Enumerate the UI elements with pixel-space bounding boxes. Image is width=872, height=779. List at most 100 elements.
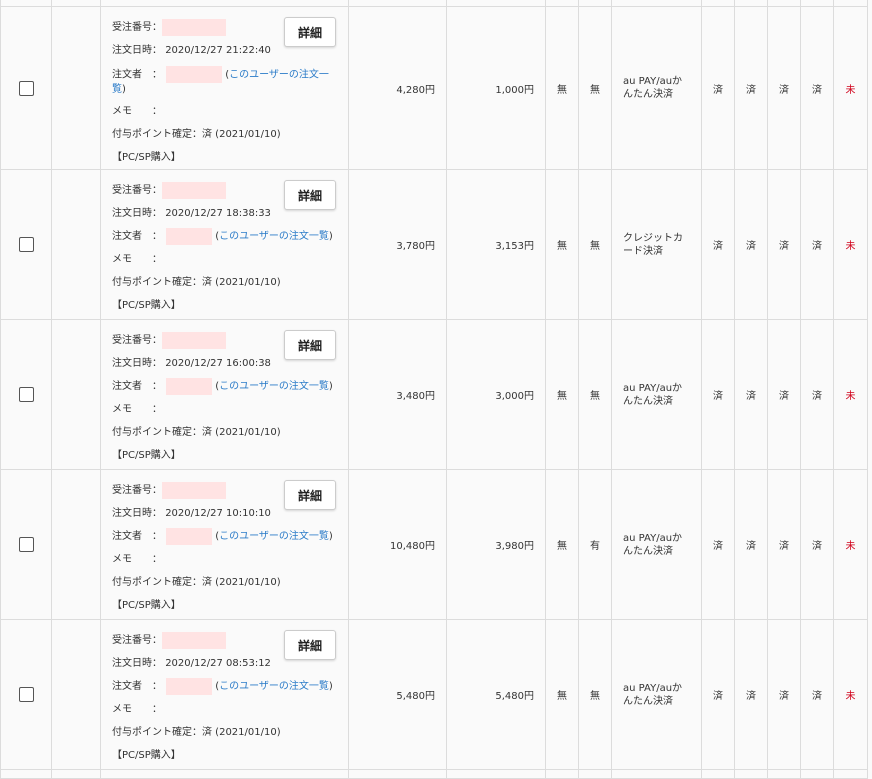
purchase-channel: 【PC/SP購入】 [112,750,181,761]
order-number-line: 受注番号： [112,16,348,39]
user-orders-link[interactable]: このユーザーの注文一覧 [219,681,329,692]
table-row-partial-bottom [0,769,868,779]
points-line: 付与ポイント確定：済 (2021/01/10) [112,421,348,444]
empty-cell [51,169,101,320]
orderer-label: 注文者 ： [112,681,162,692]
secondary-amount: 1,000円 [446,6,546,170]
user-orders-link[interactable]: このユーザーの注文一覧 [219,231,329,242]
flag-1: 無 [545,319,579,470]
row-select-checkbox[interactable] [18,237,34,252]
memo-line: メモ ： [112,398,348,421]
order-number-line: 受注番号： [112,329,348,352]
orderer-name-redacted [166,677,212,695]
row-select-checkbox[interactable] [18,80,34,96]
payment-method: au PAY/auかんたん決済 [611,319,702,470]
channel-line: 【PC/SP購入】 [112,146,348,169]
row-select-checkbox[interactable] [18,387,34,402]
orderer-label: 注文者 ： [112,231,162,242]
points-value: 済 (2021/01/10) [202,727,281,738]
empty-cell [51,6,101,170]
status-5: 未 [833,619,868,770]
status-5: 未 [833,319,868,470]
points-line: 付与ポイント確定：済 (2021/01/10) [112,123,348,146]
orderer-label: 注文者 ： [112,531,162,542]
table-row: 詳細 受注番号： 注文日時： 2020/12/27 08:53:12 注文者 ： (こ… [0,619,868,770]
channel-line: 【PC/SP購入】 [112,294,348,317]
total-amount: 3,780円 [348,169,447,320]
status-3: 済 [767,619,801,770]
flag-1: 無 [545,619,579,770]
order-date-value: 2020/12/27 21:22:40 [165,45,271,56]
order-info-cell: 詳細 受注番号： 注文日時： 2020/12/27 08:53:12 注文者 ： (こ… [100,619,349,770]
order-number-redacted [162,18,226,36]
points-value: 済 (2021/01/10) [202,277,281,288]
orderer-line: 注文者 ： (このユーザーの注文一覧) [112,375,348,398]
select-cell [0,169,52,320]
user-orders-link[interactable]: このユーザーの注文一覧 [219,531,329,542]
status-1: 済 [701,169,735,320]
channel-line: 【PC/SP購入】 [112,744,348,767]
user-orders-link[interactable]: このユーザーの注文一覧 [219,381,329,392]
order-number-line: 受注番号： [112,629,348,652]
paren-close: ) [328,231,333,242]
order-number-redacted [162,481,226,499]
table-row: 詳細 受注番号： 注文日時： 2020/12/27 21:22:40 注文者 ： (こ… [0,6,868,170]
status-4: 済 [800,469,834,620]
status-3: 済 [767,319,801,470]
points-label: 付与ポイント確定： [112,727,202,738]
user-orders-link-text[interactable]: このユーザーの注文一 [229,70,329,81]
order-number-redacted [162,631,226,649]
channel-line: 【PC/SP購入】 [112,444,348,467]
select-cell [0,469,52,620]
secondary-amount: 3,980円 [446,469,546,620]
order-info-cell: 詳細 受注番号： 注文日時： 2020/12/27 21:22:40 注文者 ： (こ… [100,6,349,170]
payment-method: au PAY/auかんたん決済 [611,469,702,620]
order-date-line: 注文日時： 2020/12/27 10:10:10 [112,502,348,525]
flag-2: 無 [578,319,612,470]
payment-method: au PAY/auかんたん決済 [611,619,702,770]
secondary-amount: 3,000円 [446,319,546,470]
points-value: 済 (2021/01/10) [202,427,281,438]
select-cell [0,6,52,170]
orderer-line: 注文者 ： (このユーザーの注文一覧) [112,225,348,248]
orderer-name-redacted [166,227,212,245]
payment-method-text: クレジットカード決済 [623,232,683,257]
orderer-name-redacted [166,66,222,83]
order-number-line: 受注番号： [112,179,348,202]
points-value: 済 (2021/01/10) [202,129,281,140]
table-row: 詳細 受注番号： 注文日時： 2020/12/27 16:00:38 注文者 ： (こ… [0,319,868,470]
memo-label: メモ ： [112,106,162,117]
order-number-label: 受注番号： [112,22,162,33]
status-2: 済 [734,319,768,470]
payment-method-text: au PAY/auかんたん決済 [623,76,683,100]
memo-label: メモ ： [112,404,162,415]
total-amount: 4,280円 [348,6,447,170]
flag-1: 無 [545,6,579,170]
order-number-line: 受注番号： [112,479,348,502]
secondary-amount: 5,480円 [446,619,546,770]
payment-method-text: au PAY/auかんたん決済 [623,382,683,407]
table-row: 詳細 受注番号： 注文日時： 2020/12/27 18:38:33 注文者 ： (こ… [0,169,868,320]
empty-cell [51,319,101,470]
status-2: 済 [734,6,768,170]
total-amount: 5,480円 [348,619,447,770]
order-number-label: 受注番号： [112,335,162,346]
points-line: 付与ポイント確定：済 (2021/01/10) [112,571,348,594]
purchase-channel: 【PC/SP購入】 [112,600,181,611]
order-date-label: 注文日時： [112,508,162,519]
memo-line: メモ ： [112,248,348,271]
orderer-name-redacted [166,527,212,545]
orderer-line: 注文者 ： (このユーザーの注文一覧) [112,675,348,698]
row-select-checkbox[interactable] [18,687,34,702]
status-1: 済 [701,469,735,620]
flag-2: 無 [578,6,612,170]
paren-close: ) [122,84,126,95]
orderer-label: 注文者 ： [112,381,162,392]
row-select-checkbox[interactable] [18,537,34,552]
user-orders-link-text-cont[interactable]: 覧 [112,84,122,95]
status-1: 済 [701,319,735,470]
payment-method-text: au PAY/auかんたん決済 [623,682,683,707]
orderer-line: 注文者 ： (このユーザーの注文一覧) [112,62,332,100]
status-3: 済 [767,6,801,170]
memo-line: メモ ： [112,698,348,721]
